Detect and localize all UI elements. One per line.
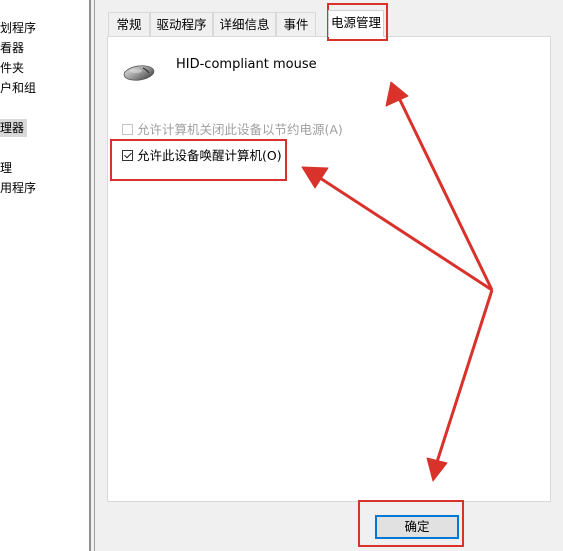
tab-panel-power-management: HID-compliant mouse 允许计算机关闭此设备以节约电源(A) 允… (107, 36, 551, 502)
tab-events[interactable]: 事件 (276, 12, 316, 36)
tab-strip: 常规 驱动程序 详细信息 事件 电源管理 (108, 10, 563, 37)
tree-item[interactable]: 用程序 (0, 179, 36, 197)
tab-driver[interactable]: 驱动程序 (150, 12, 213, 36)
properties-dialog: 常规 驱动程序 详细信息 事件 电源管理 HID-compliant mouse… (96, 0, 563, 551)
device-name: HID-compliant mouse (176, 57, 317, 72)
tree-item[interactable]: 划程序 (0, 19, 36, 37)
left-tree-panel: 划程序 看器 件夹 户和组 理器 理 用程序 (0, 0, 89, 551)
highlight-box-wake-option (110, 139, 287, 181)
tree-item[interactable]: 看器 (0, 39, 24, 57)
tab-general[interactable]: 常规 (108, 12, 150, 36)
tree-item-selected[interactable]: 理器 (0, 119, 27, 137)
highlight-box-ok-button (358, 500, 464, 547)
allow-turn-off-label: 允许计算机关闭此设备以节约电源(A) (137, 122, 343, 137)
tree-item[interactable]: 户和组 (0, 79, 36, 97)
panel-divider (89, 0, 91, 551)
tree-item[interactable]: 件夹 (0, 59, 24, 77)
tree-item[interactable]: 理 (0, 159, 12, 177)
panel-divider (94, 0, 95, 551)
allow-turn-off-option: 允许计算机关闭此设备以节约电源(A) (122, 121, 343, 139)
allow-turn-off-checkbox[interactable] (122, 124, 133, 135)
tab-power-management[interactable]: 电源管理 (328, 10, 384, 37)
mouse-icon (123, 65, 155, 81)
tab-details[interactable]: 详细信息 (213, 12, 276, 36)
